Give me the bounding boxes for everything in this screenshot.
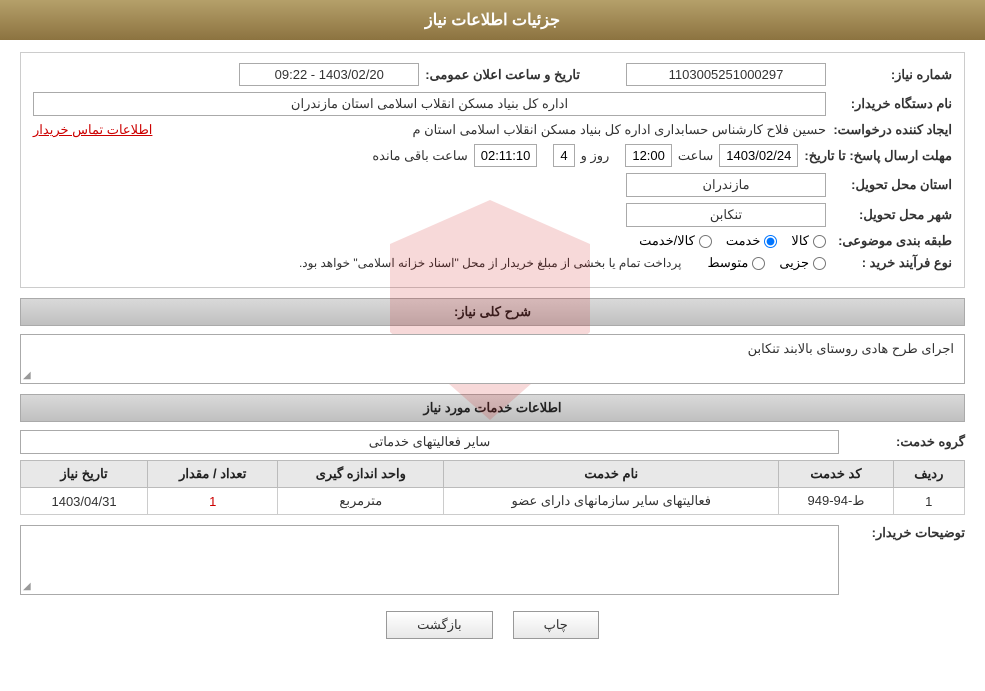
category-kala-khadamat-label: کالا/خدمت	[639, 233, 695, 249]
col-header-name: نام خدمت	[444, 461, 779, 488]
print-button[interactable]: چاپ	[513, 611, 599, 639]
buyer-notes-label: توضیحات خریدار:	[845, 525, 965, 541]
button-row: چاپ بازگشت	[20, 611, 965, 639]
creator-label: ایجاد کننده درخواست:	[832, 122, 952, 138]
row-need-number: شماره نیاز: 1103005251000297 تاریخ و ساع…	[33, 63, 952, 86]
deadline-date: 1403/02/24	[719, 144, 798, 167]
purchase-type-motevaset-label: متوسط	[707, 255, 748, 271]
creator-name: حسین فلاح کارشناس حسابداری اداره کل بنیا…	[158, 122, 826, 138]
buyer-label: نام دستگاه خریدار:	[832, 96, 952, 112]
category-radio-khadamat: خدمت	[726, 233, 778, 249]
cell-code: ط-94-949	[779, 488, 893, 515]
need-number-value: 1103005251000297	[626, 63, 826, 86]
province-value: مازندران	[626, 173, 826, 197]
page-title: جزئیات اطلاعات نیاز	[425, 12, 560, 29]
page-header: جزئیات اطلاعات نیاز	[0, 0, 985, 40]
cell-date: 1403/04/31	[21, 488, 148, 515]
row-deadline: مهلت ارسال پاسخ: تا تاریخ: 1403/02/24 سا…	[33, 144, 952, 167]
deadline-days-label: روز و	[581, 148, 610, 164]
description-value: اجرای طرح هادی روستای بالابند تنکابن	[748, 341, 954, 356]
category-radio-group: کالا خدمت کالا/خدمت	[639, 233, 826, 249]
cell-qty: 1	[148, 488, 278, 515]
deadline-remaining: 02:11:10	[474, 144, 538, 167]
purchase-type-motevaset-input[interactable]	[752, 257, 765, 270]
col-header-code: کد خدمت	[779, 461, 893, 488]
notes-resize-handle-icon: ◢	[23, 581, 31, 592]
date-value: 1403/02/20 - 09:22	[239, 63, 419, 86]
purchase-type-jozi: جزیی	[779, 255, 826, 271]
category-label: طبقه بندی موضوعی:	[832, 233, 952, 249]
city-label: شهر محل تحویل:	[832, 207, 952, 223]
resize-handle-icon: ◢	[23, 370, 31, 381]
category-radio-kala-khadamat: کالا/خدمت	[639, 233, 712, 249]
table-row: 1 ط-94-949 فعالیتهای سایر سازمانهای دارا…	[21, 488, 965, 515]
purchase-type-jozi-input[interactable]	[813, 257, 826, 270]
category-radio-kala-khadamat-input[interactable]	[699, 235, 712, 248]
city-value: تنکابن	[626, 203, 826, 227]
purchase-type-radio-group: جزیی متوسط	[707, 255, 826, 271]
creator-link[interactable]: اطلاعات تماس خریدار	[33, 122, 152, 138]
row-creator: ایجاد کننده درخواست: حسین فلاح کارشناس ح…	[33, 122, 952, 138]
category-radio-kala: کالا	[791, 233, 826, 249]
purchase-type-motevaset: متوسط	[707, 255, 765, 271]
need-number-label: شماره نیاز:	[832, 67, 952, 83]
deadline-label: مهلت ارسال پاسخ: تا تاریخ:	[804, 148, 952, 164]
deadline-remaining-label: ساعت باقی مانده	[372, 148, 467, 164]
deadline-time: 12:00	[625, 144, 672, 167]
category-khadamat-label: خدمت	[726, 233, 761, 249]
province-label: استان محل تحویل:	[832, 177, 952, 193]
service-group-label: گروه خدمت:	[845, 434, 965, 450]
category-kala-label: کالا	[791, 233, 809, 249]
col-header-unit: واحد اندازه گیری	[278, 461, 444, 488]
cell-name: فعالیتهای سایر سازمانهای دارای عضو	[444, 488, 779, 515]
service-group-row: گروه خدمت: سایر فعالیتهای خدماتی	[20, 430, 965, 454]
deadline-time-label: ساعت	[678, 148, 713, 164]
col-header-row: ردیف	[893, 461, 964, 488]
service-group-value: سایر فعالیتهای خدماتی	[20, 430, 839, 454]
table-header-row: ردیف کد خدمت نام خدمت واحد اندازه گیری ت…	[21, 461, 965, 488]
date-label: تاریخ و ساعت اعلان عمومی:	[425, 67, 580, 83]
page-wrapper: جزئیات اطلاعات نیاز شماره نیاز: 11030052…	[0, 0, 985, 691]
buyer-notes-box: ◢	[20, 525, 839, 595]
service-table: ردیف کد خدمت نام خدمت واحد اندازه گیری ت…	[20, 460, 965, 515]
content-area: شماره نیاز: 1103005251000297 تاریخ و ساع…	[0, 40, 985, 667]
description-box: اجرای طرح هادی روستای بالابند تنکابن ◢	[20, 334, 965, 384]
purchase-type-label: نوع فرآیند خرید :	[832, 255, 952, 271]
buyer-notes-row: توضیحات خریدار: ◢	[20, 525, 965, 595]
description-row: اجرای طرح هادی روستای بالابند تنکابن ◢	[20, 334, 965, 384]
col-header-date: تاریخ نیاز	[21, 461, 148, 488]
category-radio-khadamat-input[interactable]	[764, 235, 777, 248]
category-radio-kala-input[interactable]	[813, 235, 826, 248]
cell-unit: مترمربع	[278, 488, 444, 515]
buyer-value: اداره کل بنیاد مسکن انقلاب اسلامی استان …	[33, 92, 826, 116]
row-province: استان محل تحویل: مازندران	[33, 173, 952, 197]
back-button[interactable]: بازگشت	[386, 611, 492, 639]
purchase-type-jozi-label: جزیی	[779, 255, 809, 271]
cell-row: 1	[893, 488, 964, 515]
row-buyer: نام دستگاه خریدار: اداره کل بنیاد مسکن ا…	[33, 92, 952, 116]
col-header-qty: تعداد / مقدار	[148, 461, 278, 488]
deadline-days: 4	[553, 144, 574, 167]
